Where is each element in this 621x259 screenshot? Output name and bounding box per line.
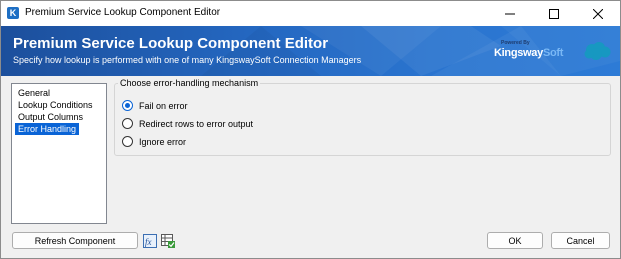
group-legend: Choose error-handling mechanism — [118, 78, 261, 88]
app-logo-icon: K — [7, 7, 19, 19]
grid-check-icon[interactable] — [161, 234, 175, 248]
close-icon — [593, 8, 603, 19]
banner-title: Premium Service Lookup Component Editor — [13, 35, 329, 52]
vendor-logo: Powered By KingswaySoft — [489, 38, 613, 64]
maximize-button[interactable] — [532, 1, 576, 26]
header-banner: Premium Service Lookup Component Editor … — [1, 26, 620, 76]
nav-item-output-columns[interactable]: Output Columns — [15, 111, 86, 123]
radio-fail-on-error[interactable] — [122, 100, 133, 111]
option-label: Fail on error — [139, 100, 188, 111]
ok-button[interactable]: OK — [487, 232, 543, 249]
banner-subtitle: Specify how lookup is performed with one… — [13, 55, 362, 65]
option-label: Redirect rows to error output — [139, 118, 254, 129]
option-redirect-rows[interactable]: Redirect rows to error output — [122, 117, 253, 130]
minimize-icon — [505, 13, 515, 14]
close-button[interactable] — [576, 1, 620, 26]
option-ignore-error[interactable]: Ignore error — [122, 135, 186, 148]
nav-item-general[interactable]: General — [15, 87, 53, 99]
brand-suffix: Soft — [542, 47, 564, 59]
radio-redirect-rows[interactable] — [122, 118, 133, 129]
radio-ignore-error[interactable] — [122, 136, 133, 147]
editor-window: K Premium Service Lookup Component Edito… — [0, 0, 621, 259]
brand-main: Kingsway — [494, 47, 543, 59]
fx-icon[interactable]: fx — [143, 234, 157, 248]
salesforce-cloud-icon — [584, 42, 611, 60]
nav-item-lookup-conditions[interactable]: Lookup Conditions — [15, 99, 96, 111]
maximize-icon — [549, 8, 559, 19]
navigation-list: General Lookup Conditions Output Columns… — [11, 83, 107, 224]
refresh-component-button[interactable]: Refresh Component — [12, 232, 138, 249]
brand-name: KingswaySoft — [494, 47, 563, 59]
window-title: Premium Service Lookup Component Editor — [25, 7, 221, 18]
nav-item-error-handling[interactable]: Error Handling — [15, 123, 80, 135]
kingswaysoft-logo: Powered By KingswaySoft — [489, 38, 571, 64]
option-fail-on-error[interactable]: Fail on error — [122, 99, 188, 112]
title-bar: K Premium Service Lookup Component Edito… — [1, 1, 620, 26]
powered-by-text: Powered By — [501, 40, 530, 46]
svg-text:fx: fx — [145, 237, 152, 247]
minimize-button[interactable] — [488, 1, 532, 26]
option-label: Ignore error — [139, 136, 187, 147]
cancel-button[interactable]: Cancel — [551, 232, 610, 249]
